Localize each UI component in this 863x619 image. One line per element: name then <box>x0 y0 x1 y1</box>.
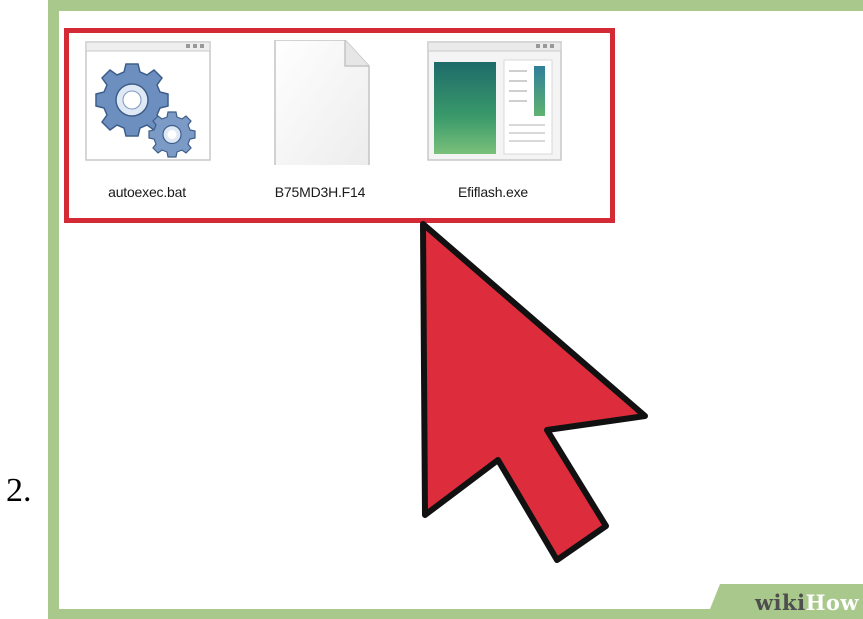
watermark-part-how: How <box>805 590 859 615</box>
watermark-part-wiki: wiki <box>754 590 806 615</box>
mouse-pointer-arrow-icon <box>420 221 648 563</box>
watermark-text: wikiHow <box>755 590 859 615</box>
